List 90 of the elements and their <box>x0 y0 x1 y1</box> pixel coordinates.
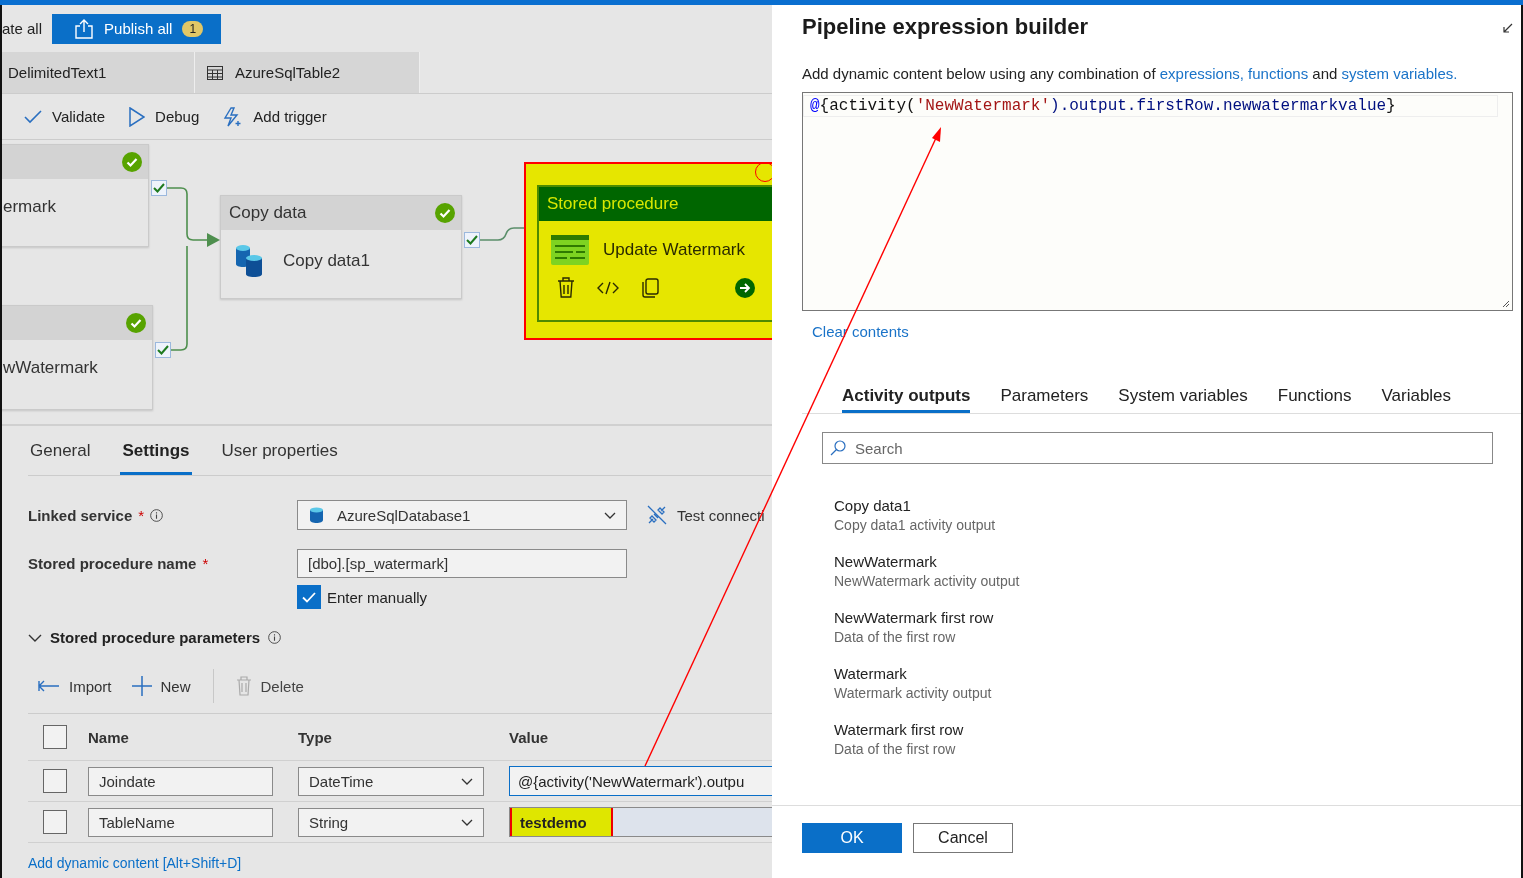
value-field[interactable]: testdemo <box>509 807 772 837</box>
output-item[interactable]: Watermark Watermark activity output <box>834 665 1513 701</box>
settings-tab[interactable]: Settings <box>120 429 192 475</box>
play-icon <box>129 106 146 127</box>
required-mark: * <box>138 506 145 524</box>
section-title: Stored procedure parameters <box>50 629 261 646</box>
field-label: Stored procedure name <box>28 555 197 572</box>
success-port[interactable] <box>155 342 171 358</box>
type-dropdown[interactable]: DateTime <box>298 766 484 796</box>
checkbox-label: Enter manually <box>327 588 428 606</box>
activity-name: Copy data1 <box>283 251 370 271</box>
database-icon <box>310 507 323 523</box>
name-field[interactable]: Joindate <box>88 766 273 796</box>
trash-icon[interactable] <box>557 277 575 299</box>
value-field[interactable]: @{activity('NewWatermark').outpu <box>509 766 772 796</box>
chevron-down-icon <box>461 818 473 826</box>
info-icon <box>150 508 164 522</box>
activity-node[interactable]: Copy data Copy data1 <box>220 195 462 299</box>
expression-code: @{activity('NewWatermark').output.firstRow.newwatermarkvalue} <box>803 95 1498 117</box>
name-field[interactable]: TableName <box>88 807 273 837</box>
search-icon <box>830 440 846 456</box>
toolbar-button[interactable]: ate all <box>2 20 43 37</box>
activity-type: Copy data <box>229 203 307 223</box>
lightning-icon <box>223 106 244 127</box>
parameter-action[interactable]: Import <box>38 677 112 695</box>
help-link[interactable]: expressions, functions <box>1159 65 1309 82</box>
plus-icon <box>131 676 152 696</box>
toolbar-button[interactable]: Debug <box>129 106 200 127</box>
checkmark-icon <box>302 591 316 603</box>
search-field[interactable]: Search <box>822 432 1493 464</box>
activity-name: ermark <box>3 197 56 217</box>
settings-tab[interactable]: User properties <box>219 429 340 475</box>
success-port[interactable] <box>464 232 480 248</box>
plug-icon <box>647 505 667 525</box>
output-item[interactable]: Watermark first row Data of the first row <box>834 721 1513 757</box>
checkmark-icon <box>24 109 42 124</box>
trash-icon <box>235 676 252 696</box>
activity-name: Update Watermark <box>603 240 746 260</box>
activity-node[interactable]: ermark <box>2 144 149 247</box>
chevron-down-icon <box>461 777 473 785</box>
toolbar-button[interactable]: Add trigger <box>223 106 327 127</box>
linked-service-dropdown[interactable]: AzureSqlDatabase1 <box>297 500 627 530</box>
success-port[interactable] <box>151 180 167 196</box>
help-link[interactable]: system variables. <box>1341 65 1458 82</box>
expand-icon[interactable] <box>1503 21 1513 33</box>
file-tab[interactable]: DelimitedText1 <box>2 52 195 93</box>
cancel-button[interactable]: Cancel <box>913 823 1013 853</box>
publish-button[interactable]: Publish all 1 <box>52 13 222 44</box>
description-text: Add dynamic content below using any combination of expressions, functions and system variables. <box>802 65 1459 82</box>
output-item[interactable]: NewWatermark first row Data of the first row <box>834 609 1513 645</box>
checkbox[interactable] <box>43 769 67 793</box>
expression-editor[interactable]: @{activity('NewWatermark').output.firstRow.newwatermarkvalue} <box>802 92 1513 311</box>
category-tab[interactable]: Activity outputs <box>842 386 971 413</box>
column-header: Name <box>88 728 129 746</box>
column-header: Type <box>298 728 332 746</box>
checkbox[interactable] <box>43 725 67 749</box>
dynamic-content-link[interactable]: Add dynamic content [Alt+Shift+D] <box>28 855 242 871</box>
arrow-left-icon <box>38 680 60 692</box>
file-tab[interactable]: AzureSqlTable2 <box>195 52 420 93</box>
output-item[interactable]: NewWatermark NewWatermark activity output <box>834 553 1513 589</box>
parameter-action[interactable]: New <box>131 676 191 696</box>
resize-icon[interactable] <box>1502 300 1510 308</box>
procedure-icon <box>551 235 589 265</box>
field-label: Linked service <box>28 506 133 524</box>
column-header: Value <box>509 728 549 746</box>
procedure-name-field[interactable]: [dbo].[sp_watermark] <box>297 549 627 578</box>
checkbox[interactable] <box>297 585 321 609</box>
category-tab[interactable]: System variables <box>1118 386 1248 413</box>
type-dropdown[interactable]: String <box>298 807 484 837</box>
settings-tab[interactable]: General <box>28 429 93 475</box>
category-tab[interactable]: Parameters <box>1000 386 1089 413</box>
required-mark: * <box>202 555 209 572</box>
ok-button[interactable]: OK <box>802 823 902 853</box>
count-badge: 1 <box>182 20 204 37</box>
activity-name: wWatermark <box>3 358 98 378</box>
toolbar-button[interactable]: Validate <box>24 108 106 125</box>
chevron-down-icon <box>604 511 616 519</box>
category-tab[interactable]: Functions <box>1277 386 1352 413</box>
checkbox[interactable] <box>43 810 67 834</box>
code-icon[interactable] <box>597 281 619 295</box>
info-icon <box>268 631 282 644</box>
activity-node[interactable]: wWatermark <box>2 305 153 410</box>
category-tab[interactable]: Variables <box>1381 386 1452 413</box>
copy-icon[interactable] <box>641 278 659 298</box>
upload-icon <box>74 18 95 39</box>
output-item[interactable]: Copy data1 Copy data1 activity output <box>834 497 1513 533</box>
table-icon <box>207 65 223 80</box>
activity-type: Stored procedure <box>547 194 679 214</box>
dialog-title: Pipeline expression builder <box>802 14 1090 40</box>
arrow-right-icon[interactable] <box>735 278 755 298</box>
